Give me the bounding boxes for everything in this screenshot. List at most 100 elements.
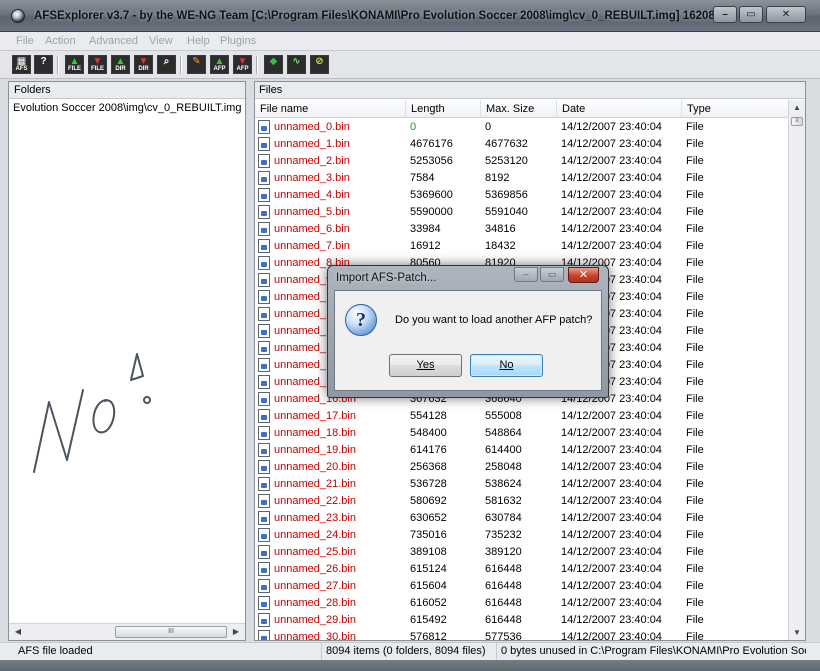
scroll-up-icon[interactable]: ▲ bbox=[790, 100, 804, 115]
close-button[interactable]: ✕ bbox=[766, 6, 806, 23]
file-icon bbox=[258, 562, 270, 576]
import-afp-icon[interactable]: ▲ AFP bbox=[210, 55, 229, 74]
app-icon[interactable] bbox=[11, 9, 25, 23]
scroll-left-icon[interactable]: ◀ bbox=[11, 624, 25, 639]
table-row[interactable]: unnamed_20.bin 256368 258048 14/12/2007 23:… bbox=[255, 459, 789, 476]
file-maxsize-cell: 616448 bbox=[485, 614, 522, 626]
table-row[interactable]: unnamed_19.bin 614176 614400 14/12/2007 23:… bbox=[255, 442, 789, 459]
column-header-maxsize[interactable]: Max. Size bbox=[481, 100, 557, 118]
title-bar[interactable]: AFSExplorer v3.7 - by the WE-NG Team [C:… bbox=[0, 0, 820, 32]
file-icon bbox=[258, 256, 270, 270]
file-length-cell: 614176 bbox=[410, 444, 447, 456]
menu-plugins[interactable]: Plugins bbox=[220, 35, 256, 47]
table-row[interactable]: unnamed_23.bin 630652 630784 14/12/2007 23:… bbox=[255, 510, 789, 527]
tools-icon[interactable]: ✎ bbox=[187, 55, 206, 74]
scroll-thumb[interactable]: ≡ bbox=[791, 117, 803, 126]
file-name-cell: unnamed_5.bin bbox=[274, 206, 350, 218]
file-name-cell: unnamed_0.bin bbox=[274, 121, 350, 133]
file-date-cell: 14/12/2007 23:40:04 bbox=[561, 444, 662, 456]
status-bar: AFS file loaded 8094 items (0 folders, 8… bbox=[0, 642, 820, 661]
file-length-cell: 33984 bbox=[410, 223, 441, 235]
search-binoculars-icon[interactable]: ⌕ bbox=[157, 55, 176, 74]
file-icon bbox=[258, 494, 270, 508]
file-length-cell: 256368 bbox=[410, 461, 447, 473]
diamond-icon[interactable]: ◆ bbox=[264, 55, 283, 74]
file-type-cell: File bbox=[686, 121, 704, 133]
column-header-filename[interactable]: File name bbox=[255, 100, 406, 118]
yes-button[interactable]: Yes bbox=[389, 354, 462, 377]
table-row[interactable]: unnamed_18.bin 548400 548864 14/12/2007 23:… bbox=[255, 425, 789, 442]
files-vertical-scrollbar[interactable]: ▲ ≡ ▼ bbox=[788, 100, 805, 640]
file-type-cell: File bbox=[686, 155, 704, 167]
maximize-button[interactable]: ▭ bbox=[739, 6, 763, 23]
folder-tree-item[interactable]: Evolution Soccer 2008\img\cv_0_REBUILT.i… bbox=[13, 102, 241, 114]
import-file-icon[interactable]: ▲ FILE bbox=[65, 55, 84, 74]
table-row[interactable]: unnamed_21.bin 536728 538624 14/12/2007 23:… bbox=[255, 476, 789, 493]
help-icon[interactable]: ? bbox=[34, 55, 53, 74]
table-row[interactable]: unnamed_6.bin 33984 34816 14/12/2007 23:40:… bbox=[255, 221, 789, 238]
table-row[interactable]: unnamed_25.bin 389108 389120 14/12/2007 23:… bbox=[255, 544, 789, 561]
table-row[interactable]: unnamed_5.bin 5590000 5591040 14/12/2007 23… bbox=[255, 204, 789, 221]
file-icon bbox=[258, 171, 270, 185]
table-row[interactable]: unnamed_0.bin 0 0 14/12/2007 23:40:04 File bbox=[255, 119, 789, 136]
menu-action[interactable]: Action bbox=[45, 35, 76, 47]
table-row[interactable]: unnamed_17.bin 554128 555008 14/12/2007 23:… bbox=[255, 408, 789, 425]
table-row[interactable]: unnamed_27.bin 615604 616448 14/12/2007 23:… bbox=[255, 578, 789, 595]
file-icon bbox=[258, 188, 270, 202]
file-maxsize-cell: 389120 bbox=[485, 546, 522, 558]
waveform-icon[interactable]: ∿ bbox=[287, 55, 306, 74]
table-row[interactable]: unnamed_30.bin 576812 577536 14/12/2007 23:… bbox=[255, 629, 789, 640]
scroll-thumb[interactable]: III bbox=[115, 626, 227, 638]
dialog-minimize-icon: – bbox=[514, 267, 538, 282]
table-row[interactable]: unnamed_7.bin 16912 18432 14/12/2007 23:40:… bbox=[255, 238, 789, 255]
menu-bar: File Action Advanced View Help Plugins bbox=[0, 32, 820, 51]
table-row[interactable]: unnamed_4.bin 5369600 5369856 14/12/2007 23… bbox=[255, 187, 789, 204]
dialog-message: Do you want to load another AFP patch? bbox=[395, 314, 593, 326]
table-row[interactable]: unnamed_28.bin 616052 616448 14/12/2007 23:… bbox=[255, 595, 789, 612]
file-type-cell: File bbox=[686, 257, 704, 269]
toolbar-label: DIR bbox=[115, 66, 126, 72]
minimize-button[interactable]: – bbox=[713, 6, 737, 23]
file-icon bbox=[258, 443, 270, 457]
file-name-cell: unnamed_22.bin bbox=[274, 495, 356, 507]
no-label: No bbox=[499, 359, 514, 371]
export-afp-icon[interactable]: ▼ AFP bbox=[233, 55, 252, 74]
file-date-cell: 14/12/2007 23:40:04 bbox=[561, 461, 662, 473]
column-header-type[interactable]: Type bbox=[682, 100, 789, 118]
file-name-cell: unnamed_2.bin bbox=[274, 155, 350, 167]
scroll-right-icon[interactable]: ▶ bbox=[229, 624, 243, 639]
window-title: AFSExplorer v3.7 - by the WE-NG Team [C:… bbox=[34, 10, 714, 22]
file-name-cell: unnamed_29.bin bbox=[274, 614, 356, 626]
column-header-length[interactable]: Length bbox=[406, 100, 481, 118]
export-file-icon[interactable]: ▼ FILE bbox=[88, 55, 107, 74]
dialog-close-button[interactable]: ✕ bbox=[568, 267, 599, 283]
file-date-cell: 14/12/2007 23:40:04 bbox=[561, 614, 662, 626]
table-row[interactable]: unnamed_26.bin 615124 616448 14/12/2007 23:… bbox=[255, 561, 789, 578]
file-length-cell: 615124 bbox=[410, 563, 447, 575]
scroll-down-icon[interactable]: ▼ bbox=[790, 625, 804, 640]
file-maxsize-cell: 5253120 bbox=[485, 155, 528, 167]
file-type-cell: File bbox=[686, 597, 704, 609]
table-row[interactable]: unnamed_22.bin 580692 581632 14/12/2007 23:… bbox=[255, 493, 789, 510]
export-dir-icon[interactable]: ▼ DIR bbox=[134, 55, 153, 74]
table-row[interactable]: unnamed_3.bin 7584 8192 14/12/2007 23:40:04… bbox=[255, 170, 789, 187]
afs-icon[interactable]: ▦ AFS bbox=[12, 55, 31, 74]
table-row[interactable]: unnamed_2.bin 5253056 5253120 14/12/2007 23… bbox=[255, 153, 789, 170]
file-name-cell: unnamed_24.bin bbox=[274, 529, 356, 541]
menu-view[interactable]: View bbox=[149, 35, 173, 47]
table-row[interactable]: unnamed_24.bin 735016 735232 14/12/2007 23:… bbox=[255, 527, 789, 544]
table-row[interactable]: unnamed_29.bin 615492 616448 14/12/2007 23:… bbox=[255, 612, 789, 629]
menu-help[interactable]: Help bbox=[187, 35, 210, 47]
file-icon bbox=[258, 358, 270, 372]
menu-advanced[interactable]: Advanced bbox=[89, 35, 138, 47]
file-maxsize-cell: 18432 bbox=[485, 240, 516, 252]
import-dir-icon[interactable]: ▲ DIR bbox=[111, 55, 130, 74]
no-button[interactable]: No bbox=[470, 354, 543, 377]
folders-horizontal-scrollbar[interactable]: ◀ III ▶ bbox=[9, 623, 245, 640]
menu-file[interactable]: File bbox=[16, 35, 34, 47]
column-header-date[interactable]: Date bbox=[557, 100, 682, 118]
table-row[interactable]: unnamed_1.bin 4676176 4677632 14/12/2007 23… bbox=[255, 136, 789, 153]
toolbar-label: DIR bbox=[138, 66, 149, 72]
plugin-icon[interactable]: ⊘ bbox=[310, 55, 329, 74]
file-type-cell: File bbox=[686, 308, 704, 320]
